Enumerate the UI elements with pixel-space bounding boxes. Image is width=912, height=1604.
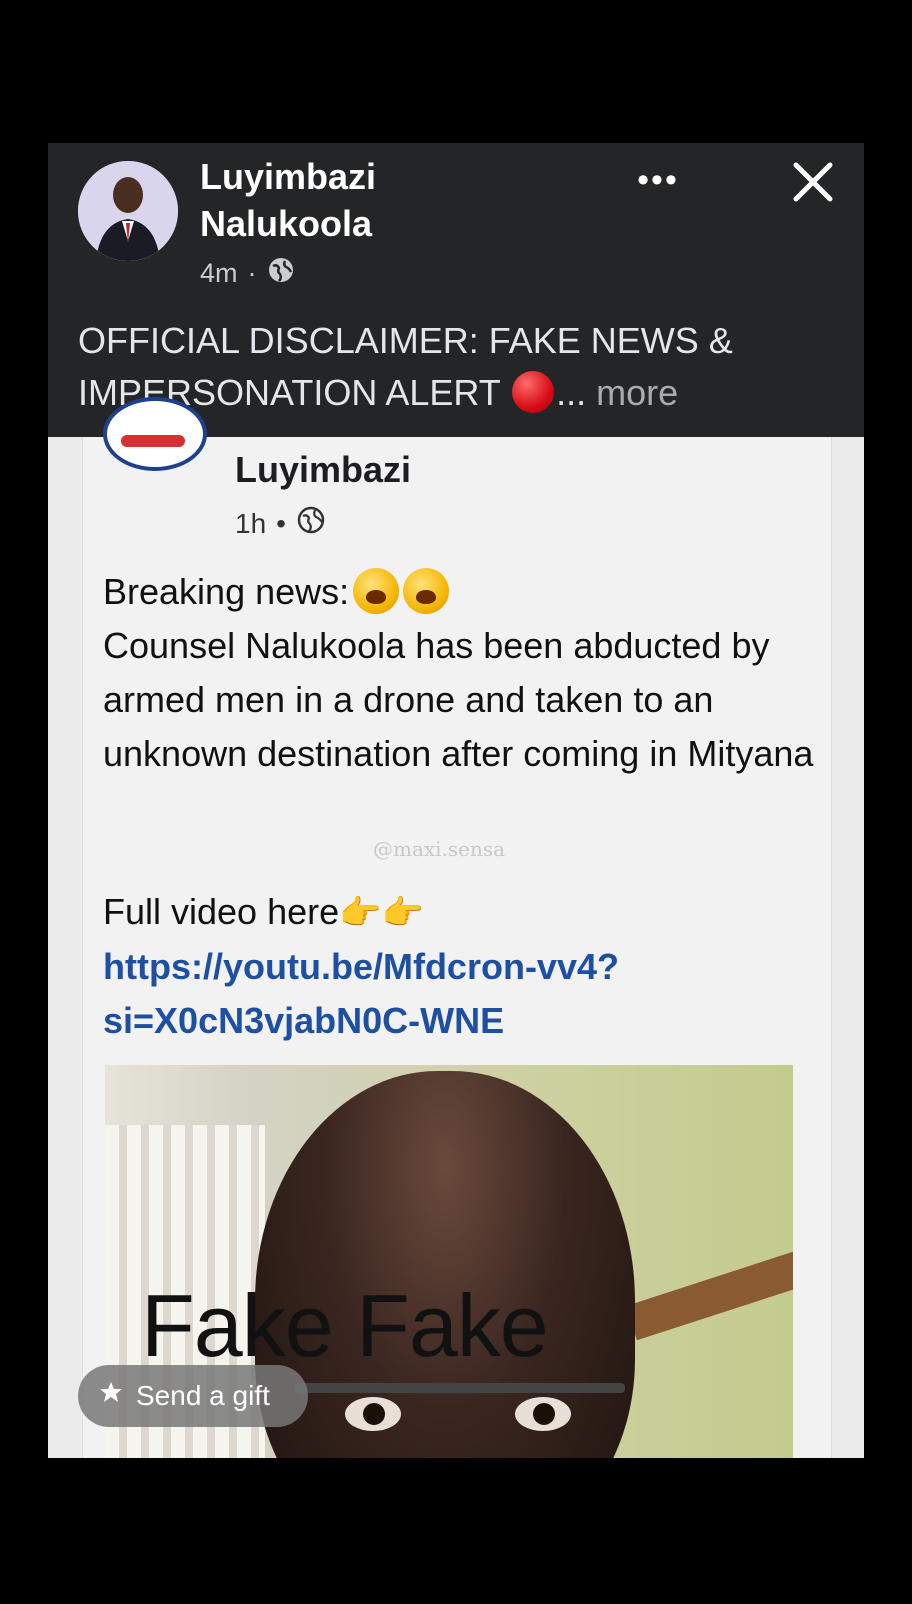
image-overlay-text: Fake Fake: [141, 1276, 549, 1375]
shared-post-author: Luyimbazi: [235, 449, 412, 490]
full-video-line: Full video here👉👉https://youtu.be/Mfdcro…: [103, 885, 823, 1048]
globe-icon: [267, 256, 295, 291]
post-card: Luyimbazi Nalukoola 4m · ••• OFFICIAL DI…: [48, 143, 864, 1458]
caption-ellipsis: ...: [556, 372, 587, 413]
send-gift-button[interactable]: Send a gift: [78, 1365, 308, 1427]
post-caption[interactable]: OFFICIAL DISCLAIMER: FAKE NEWS & IMPERSO…: [78, 315, 848, 419]
post-meta: 4m ·: [200, 256, 295, 291]
author-avatar[interactable]: [78, 161, 178, 261]
watermark: @maxi.sensa: [373, 837, 506, 861]
breaking-news-label: Breaking news:: [103, 571, 350, 612]
full-video-label: Full video here: [103, 891, 340, 932]
post-time: 4m: [200, 258, 238, 288]
more-options-icon[interactable]: •••: [628, 161, 688, 201]
shared-post-time: 1h: [235, 507, 267, 539]
see-more-link[interactable]: more: [596, 372, 678, 413]
youtube-link: https://youtu.be/Mfdcron-vv4?si=X0cN3vja…: [103, 946, 619, 1041]
shared-meta-separator: •: [276, 507, 286, 539]
send-gift-label: Send a gift: [136, 1380, 270, 1411]
pointing-finger-icon: 👉: [339, 894, 382, 932]
crying-face-icon: [353, 568, 400, 614]
pointing-finger-icon: 👉: [381, 894, 424, 932]
crying-face-icon: [403, 568, 450, 614]
meta-separator: ·: [247, 258, 257, 288]
red-circle-icon: [512, 371, 555, 413]
close-icon[interactable]: [788, 157, 838, 207]
gift-icon: [96, 1378, 126, 1415]
shared-post-text: Breaking news: Counsel Nalukoola has bee…: [103, 565, 823, 781]
post-header: Luyimbazi Nalukoola 4m · ••• OFFICIAL DI…: [48, 143, 864, 437]
globe-icon: [296, 505, 326, 542]
shared-post-avatar: [103, 397, 207, 471]
shared-post-meta: 1h •: [235, 505, 326, 542]
author-name[interactable]: Luyimbazi Nalukoola: [200, 153, 500, 247]
shared-post-body: Counsel Nalukoola has been abducted by a…: [103, 625, 814, 774]
shared-post-screenshot: Luyimbazi 1h • Breaking news: Counsel Na…: [82, 397, 832, 1458]
